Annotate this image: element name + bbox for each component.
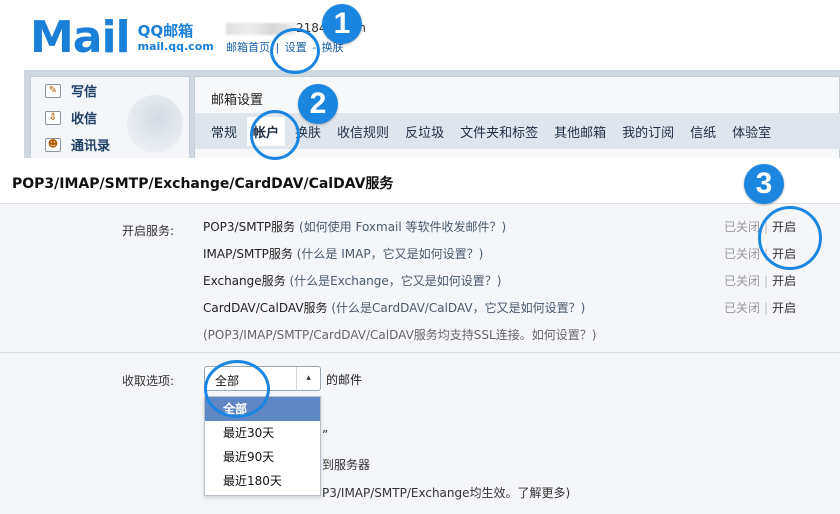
- tab-other-mailbox[interactable]: 其他邮箱: [554, 122, 606, 141]
- step-3-badge: 3: [744, 164, 784, 204]
- mascot-decoration: [127, 95, 183, 153]
- highlight-enable-buttons: [758, 206, 822, 270]
- pop3-help-link[interactable]: (如何使用 Foxmail 等软件收发邮件？): [299, 220, 506, 234]
- of-mail-label: 的邮件: [326, 373, 363, 387]
- highlight-settings-link: [270, 28, 320, 74]
- tab-rules[interactable]: 收信规则: [337, 122, 389, 141]
- step-1-badge: 1: [322, 4, 362, 44]
- ssl-note: (POP3/IMAP/SMTP/CardDAV/CalDAV服务均支持SSL连接…: [203, 328, 597, 342]
- logo-brand: QQ邮箱: [137, 22, 194, 40]
- logo-wordmark: Mail: [30, 12, 131, 63]
- option-180-days[interactable]: 最近180天: [205, 469, 320, 493]
- tab-lab[interactable]: 体验室: [732, 122, 771, 141]
- mailbox-home-link[interactable]: 邮箱首页: [226, 41, 270, 54]
- tab-folders[interactable]: 文件夹和标签: [460, 122, 538, 141]
- tab-stationery[interactable]: 信纸: [690, 122, 716, 141]
- enable-exchange-button[interactable]: 开启: [772, 274, 796, 288]
- contacts-icon: ☻: [45, 137, 61, 152]
- inbox-icon: ⇩: [45, 110, 61, 125]
- service-row-imap: IMAP/SMTP服务 (什么是 IMAP，它又是如何设置？): [203, 247, 484, 261]
- pencil-icon: ✎: [45, 83, 61, 98]
- section-divider: [0, 352, 840, 353]
- panel-title: POP3/IMAP/SMTP/Exchange/CardDAV/CalDAV服务: [12, 176, 394, 192]
- enable-services-label: 开启服务:: [122, 224, 175, 238]
- service-row-exchange: Exchange服务 (什么是Exchange，它又是如何设置？): [203, 274, 502, 288]
- updown-arrow-icon: ▴: [296, 367, 320, 390]
- hidden-option-server: 到服务器: [322, 458, 371, 472]
- enable-carddav-button[interactable]: 开启: [772, 301, 796, 315]
- service-status-carddav: 已关闭 | 开启: [724, 301, 797, 315]
- imap-help-link[interactable]: (什么是 IMAP，它又是如何设置？): [297, 247, 484, 261]
- tab-subscriptions[interactable]: 我的订阅: [622, 122, 674, 141]
- page-title: 邮箱设置: [211, 93, 264, 108]
- tab-antispam[interactable]: 反垃圾: [405, 122, 444, 141]
- logo-domain: mail.qq.com: [137, 40, 214, 53]
- qq-mail-logo[interactable]: Mail QQ邮箱 mail.qq.com: [30, 16, 214, 60]
- option-90-days[interactable]: 最近90天: [205, 445, 320, 469]
- option-30-days[interactable]: 最近30天: [205, 421, 320, 445]
- step-2-badge: 2: [298, 84, 338, 124]
- service-status-exchange: 已关闭 | 开启: [724, 274, 797, 288]
- hidden-option-note: P3/IMAP/SMTP/Exchange均生效。了解更多): [322, 486, 571, 500]
- sidebar: ✎ 写信 ⇩ 收信 ☻ 通讯录: [30, 76, 190, 160]
- highlight-select: [204, 360, 270, 418]
- service-row-pop3: POP3/SMTP服务 (如何使用 Foxmail 等软件收发邮件？): [203, 220, 507, 234]
- receive-options-label: 收取选项:: [122, 374, 175, 388]
- service-row-carddav: CardDAV/CalDAV服务 (什么是CardDAV/CalDAV，它又是如…: [203, 301, 586, 315]
- carddav-help-link[interactable]: (什么是CardDAV/CalDAV，它又是如何设置？): [331, 301, 585, 315]
- highlight-account-tab: [250, 110, 300, 160]
- panel-header: POP3/IMAP/SMTP/Exchange/CardDAV/CalDAV服务: [0, 158, 840, 204]
- tab-general[interactable]: 常规: [211, 122, 237, 141]
- hidden-option-text: ”: [322, 428, 329, 442]
- exchange-help-link[interactable]: (什么是Exchange，它又是如何设置？): [289, 274, 501, 288]
